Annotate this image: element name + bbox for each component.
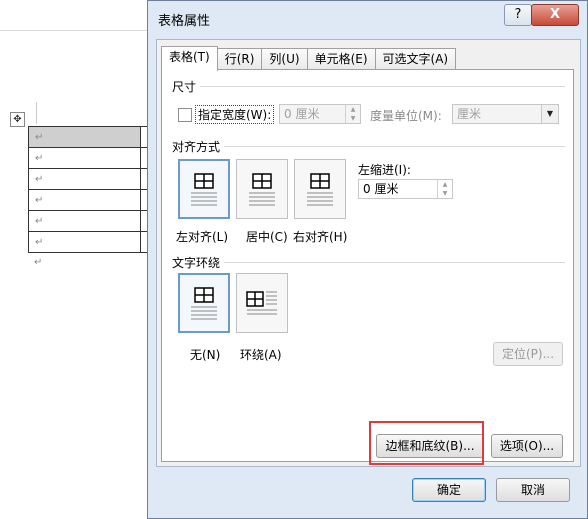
table-move-handle-icon[interactable]: ✥ — [10, 112, 25, 127]
table-cell[interactable]: ↵ — [28, 231, 141, 253]
align-right-option[interactable] — [294, 159, 346, 219]
indent-input[interactable]: 0 厘米 ▲ ▼ — [358, 179, 453, 199]
unit-select[interactable]: 厘米 ▼ — [452, 104, 559, 124]
align-right-icon — [307, 173, 333, 206]
dialog-titlebar[interactable]: 表格属性 ? X — [148, 1, 587, 37]
document-table[interactable]: ↵ ↵ ↵ ↵ ↵ ↵ — [28, 126, 150, 253]
tab-table[interactable]: 表格(T) — [161, 46, 218, 71]
table-cell[interactable]: ↵ — [28, 189, 141, 211]
dialog-title: 表格属性 — [158, 14, 211, 29]
options-button[interactable]: 选项(O)... — [491, 434, 563, 458]
spin-up-icon[interactable]: ▲ — [346, 105, 360, 114]
wrapping-group-label: 文字环绕 — [172, 256, 221, 270]
table-row: ↵ — [28, 168, 150, 190]
cursor-guide — [36, 102, 37, 124]
align-left-label[interactable]: 左对齐(L) — [176, 228, 228, 245]
align-left-option[interactable] — [178, 159, 230, 219]
table-cell[interactable]: ↵ — [28, 147, 141, 169]
align-right-label[interactable]: 右对齐(H) — [293, 228, 347, 245]
wrapping-group-divider — [224, 262, 565, 263]
size-group-label: 尺寸 — [172, 80, 197, 94]
tab-cell[interactable]: 单元格(E) — [306, 48, 376, 70]
indent-value: 0 厘米 — [363, 182, 399, 196]
position-button[interactable]: 定位(P)... — [493, 342, 563, 366]
tab-row[interactable]: 行(R) — [216, 48, 263, 70]
width-input[interactable]: 0 厘米 ▲ ▼ — [279, 104, 361, 124]
page-edge — [0, 30, 150, 31]
paragraph-mark: ↵ — [34, 257, 43, 268]
tab-strip: 表格(T) 行(R) 列(U) 单元格(E) 可选文字(A) — [161, 46, 457, 71]
close-button[interactable]: X — [531, 4, 579, 26]
wrap-none-icon — [191, 287, 217, 320]
preferred-width-label[interactable]: 指定宽度(W): — [195, 105, 275, 124]
dialog-client: 表格(T) 行(R) 列(U) 单元格(E) 可选文字(A) 尺寸 指定宽度(W… — [156, 39, 581, 467]
dropdown-arrow-icon[interactable]: ▼ — [541, 105, 558, 123]
ok-button[interactable]: 确定 — [412, 478, 486, 502]
unit-value: 厘米 — [457, 107, 482, 121]
indent-spinner[interactable]: ▲ ▼ — [437, 180, 452, 198]
cancel-button[interactable]: 取消 — [496, 478, 570, 502]
wrap-none-option[interactable] — [178, 273, 230, 333]
wrap-around-icon — [246, 291, 277, 315]
table-cell[interactable]: ↵ — [28, 210, 141, 232]
indent-label: 左缩进(I): — [358, 163, 411, 177]
table-row: ↵ — [28, 231, 150, 253]
table-row: ↵ — [28, 210, 150, 232]
align-center-label[interactable]: 居中(C) — [246, 228, 288, 245]
width-value: 0 厘米 — [284, 107, 320, 121]
tab-panel-table: 尺寸 指定宽度(W): 0 厘米 ▲▼ 度量单位(M): 厘米 ▼ 对齐方式 — [161, 69, 574, 462]
wrap-around-option[interactable] — [236, 273, 288, 333]
tab-alt-text[interactable]: 可选文字(A) — [374, 48, 457, 70]
table-cell[interactable]: ↵ — [28, 126, 141, 148]
align-center-option[interactable] — [236, 159, 288, 219]
table-cell[interactable]: ↵ — [28, 168, 141, 190]
align-center-icon — [249, 173, 275, 206]
table-row: ↵ — [28, 126, 150, 148]
spin-down-icon[interactable]: ▼ — [346, 114, 360, 123]
unit-label: 度量单位(M): — [370, 109, 442, 123]
wrap-none-label[interactable]: 无(N) — [190, 346, 220, 363]
alignment-group-divider — [224, 146, 565, 147]
width-spinner[interactable]: ▲ ▼ — [345, 105, 360, 123]
wrap-around-label[interactable]: 环绕(A) — [240, 346, 282, 363]
help-button[interactable]: ? — [504, 4, 532, 26]
spin-up-icon[interactable]: ▲ — [438, 180, 452, 189]
table-row: ↵ — [28, 189, 150, 211]
align-left-icon — [191, 173, 217, 206]
tab-column[interactable]: 列(U) — [261, 48, 308, 70]
alignment-group-label: 对齐方式 — [172, 140, 221, 154]
spin-down-icon[interactable]: ▼ — [438, 189, 452, 198]
size-group-divider — [200, 86, 565, 87]
table-properties-dialog: 表格属性 ? X 表格(T) 行(R) 列(U) 单元格(E) 可选文字(A) … — [147, 0, 588, 519]
highlight-box — [369, 421, 484, 465]
preferred-width-checkbox[interactable] — [178, 108, 192, 122]
table-row: ↵ — [28, 147, 150, 169]
